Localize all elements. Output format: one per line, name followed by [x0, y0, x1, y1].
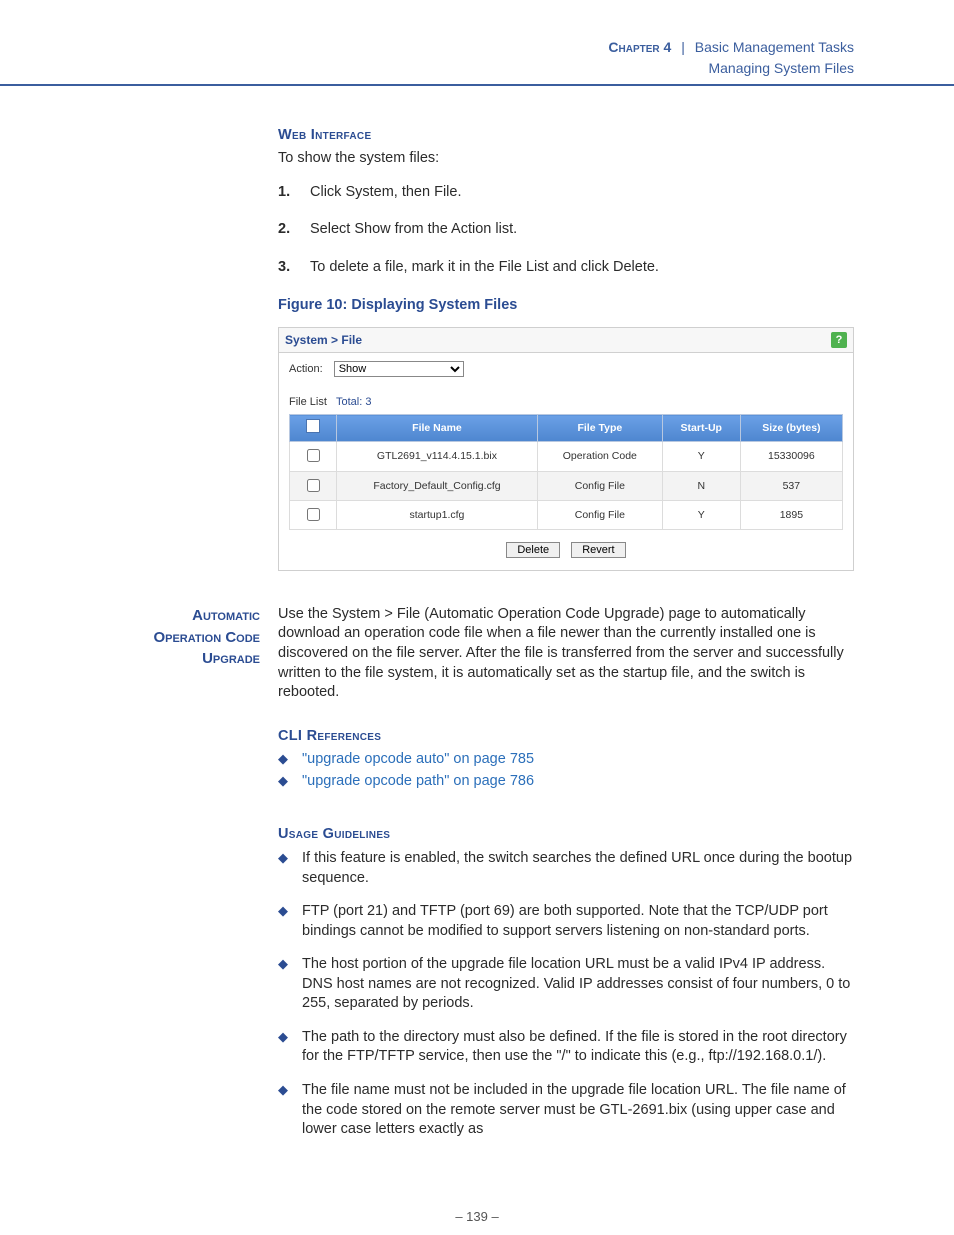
- col-start-up: Start-Up: [662, 415, 740, 442]
- breadcrumb: System > File: [285, 332, 362, 348]
- file-list-table: File Name File Type Start-Up Size (bytes…: [289, 414, 843, 530]
- list-item: ◆ "upgrade opcode path" on page 786: [278, 772, 854, 792]
- chapter-title: Basic Management Tasks: [695, 39, 854, 55]
- col-file-name: File Name: [337, 415, 538, 442]
- cli-ref-link[interactable]: "upgrade opcode path" on page 786: [302, 772, 534, 792]
- cell-file-name: startup1.cfg: [337, 500, 538, 529]
- cell-file-name: GTL2691_v114.4.15.1.bix: [337, 442, 538, 471]
- file-list-total: Total: 3: [336, 396, 371, 408]
- list-item: ◆ "upgrade opcode auto" on page 785: [278, 750, 854, 770]
- step-item: 3. To delete a file, mark it in the File…: [278, 258, 854, 278]
- web-interface-lead: To show the system files:: [278, 149, 854, 169]
- list-item: ◆ The path to the directory must also be…: [278, 1028, 854, 1067]
- cell-file-type: Config File: [537, 500, 662, 529]
- cell-size: 537: [740, 471, 842, 500]
- list-item: ◆ The file name must not be included in …: [278, 1081, 854, 1140]
- col-select-all[interactable]: [290, 415, 337, 442]
- step-text: Click System, then File.: [310, 183, 462, 203]
- cli-references-heading: CLI References: [278, 727, 854, 747]
- row-checkbox[interactable]: [307, 479, 320, 492]
- usage-text: The host portion of the upgrade file loc…: [302, 955, 854, 1014]
- cell-file-name: Factory_Default_Config.cfg: [337, 471, 538, 500]
- cell-start-up: Y: [662, 442, 740, 471]
- table-row: GTL2691_v114.4.15.1.bix Operation Code Y…: [290, 442, 843, 471]
- figure-caption: Figure 10: Displaying System Files: [278, 296, 854, 316]
- revert-button[interactable]: Revert: [571, 542, 625, 558]
- cell-start-up: N: [662, 471, 740, 500]
- cell-size: 1895: [740, 500, 842, 529]
- diamond-icon: ◆: [278, 1029, 288, 1067]
- step-text: To delete a file, mark it in the File Li…: [310, 258, 659, 278]
- col-file-type: File Type: [537, 415, 662, 442]
- list-item: ◆ The host portion of the upgrade file l…: [278, 955, 854, 1014]
- col-size: Size (bytes): [740, 415, 842, 442]
- list-item: ◆ If this feature is enabled, the switch…: [278, 849, 854, 888]
- table-row: Factory_Default_Config.cfg Config File N…: [290, 471, 843, 500]
- step-number: 1.: [278, 183, 300, 203]
- header-separator: |: [681, 39, 685, 55]
- diamond-icon: ◆: [278, 1082, 288, 1140]
- chapter-number: Chapter 4: [608, 39, 671, 55]
- cell-size: 15330096: [740, 442, 842, 471]
- section-margin-label: Automatic Operation Code Upgrade: [0, 605, 260, 670]
- usage-text: The file name must not be included in th…: [302, 1081, 854, 1140]
- file-panel: System > File ? Action: Show File List T…: [278, 327, 854, 571]
- cli-ref-link[interactable]: "upgrade opcode auto" on page 785: [302, 750, 534, 770]
- page-number: – 139 –: [0, 1208, 954, 1226]
- diamond-icon: ◆: [278, 903, 288, 941]
- usage-guidelines-heading: Usage Guidelines: [278, 825, 854, 845]
- cell-start-up: Y: [662, 500, 740, 529]
- auto-upgrade-body: Use the System > File (Automatic Operati…: [278, 605, 854, 703]
- help-icon[interactable]: ?: [831, 332, 847, 348]
- usage-text: If this feature is enabled, the switch s…: [302, 849, 854, 888]
- list-item: ◆ FTP (port 21) and TFTP (port 69) are b…: [278, 902, 854, 941]
- file-list-label: File List: [289, 396, 327, 408]
- table-row: startup1.cfg Config File Y 1895: [290, 500, 843, 529]
- row-checkbox[interactable]: [307, 508, 320, 521]
- diamond-icon: ◆: [278, 956, 288, 1014]
- chapter-subtitle: Managing System Files: [0, 59, 854, 78]
- step-number: 2.: [278, 220, 300, 240]
- cell-file-type: Operation Code: [537, 442, 662, 471]
- page-header: Chapter 4 | Basic Management Tasks Manag…: [0, 0, 954, 86]
- web-interface-heading: Web Interface: [278, 126, 854, 146]
- step-item: 1. Click System, then File.: [278, 183, 854, 203]
- usage-text: The path to the directory must also be d…: [302, 1028, 854, 1067]
- step-number: 3.: [278, 258, 300, 278]
- step-text: Select Show from the Action list.: [310, 220, 517, 240]
- diamond-icon: ◆: [278, 773, 288, 792]
- delete-button[interactable]: Delete: [506, 542, 560, 558]
- step-item: 2. Select Show from the Action list.: [278, 220, 854, 240]
- cell-file-type: Config File: [537, 471, 662, 500]
- usage-text: FTP (port 21) and TFTP (port 69) are bot…: [302, 902, 854, 941]
- steps-list: 1. Click System, then File. 2. Select Sh…: [278, 183, 854, 278]
- row-checkbox[interactable]: [307, 449, 320, 462]
- usage-guidelines-list: ◆ If this feature is enabled, the switch…: [278, 849, 854, 1140]
- action-select[interactable]: Show: [334, 361, 464, 377]
- diamond-icon: ◆: [278, 850, 288, 888]
- cli-references-list: ◆ "upgrade opcode auto" on page 785 ◆ "u…: [278, 750, 854, 791]
- diamond-icon: ◆: [278, 751, 288, 770]
- action-label: Action:: [289, 363, 323, 375]
